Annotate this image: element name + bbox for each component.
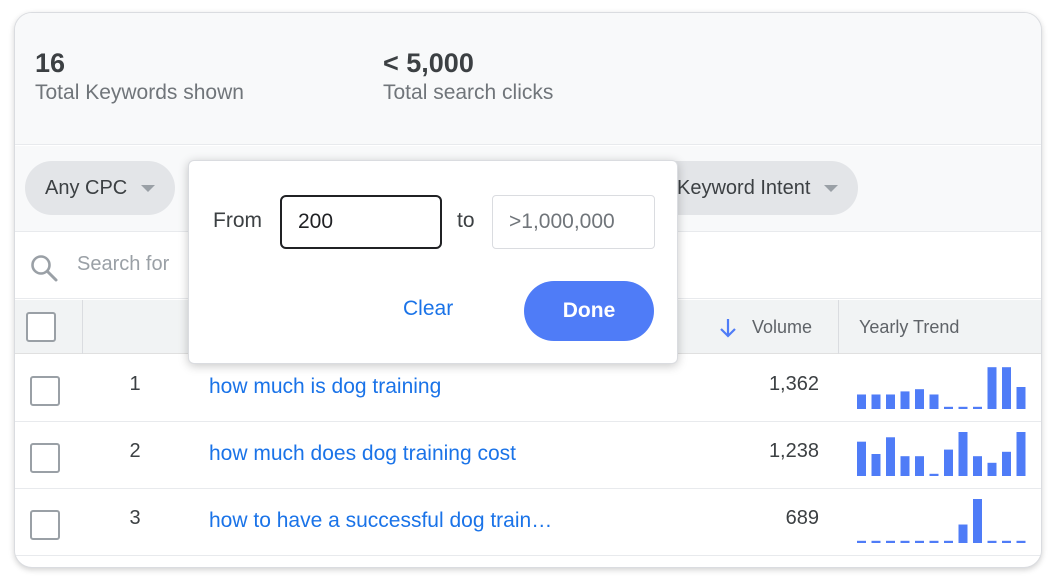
trend-bar [900, 540, 910, 543]
trend-bar [958, 524, 968, 543]
search-placeholder[interactable]: Search for [77, 253, 169, 276]
cpc-filter-label: Any CPC [45, 176, 128, 199]
trend-bar [958, 406, 968, 409]
trend-bar [987, 462, 997, 476]
table-row: 3 how to have a successful dog train… 68… [15, 489, 1041, 556]
total-clicks-value: < 5,000 [383, 48, 474, 78]
row-volume: 689 [785, 507, 819, 529]
total-keywords-stat: 16 Total Keywords shown [35, 47, 244, 107]
chevron-down-icon [141, 184, 156, 192]
yearly-trend-sparkline [857, 367, 1026, 409]
yearly-trend-column-header: Yearly Trend [859, 317, 960, 337]
chevron-down-icon [824, 184, 839, 192]
trend-bar [857, 394, 866, 409]
cpc-filter-chip[interactable]: Any CPC [25, 161, 176, 215]
keyword-link[interactable]: how much does dog training cost [209, 442, 516, 466]
trend-bar [900, 456, 910, 476]
row-rank: 1 [129, 373, 141, 395]
trend-bar [886, 394, 895, 409]
trend-bar [1002, 367, 1011, 409]
trend-bar [915, 456, 924, 476]
stats-bar: 16 Total Keywords shown < 5,000 Total se… [15, 13, 1041, 145]
trend-bar [1016, 387, 1026, 409]
trend-bar [958, 432, 968, 476]
row-volume: 1,362 [768, 373, 819, 395]
trend-bar [973, 499, 982, 543]
trend-bar [886, 437, 895, 476]
trend-bar [929, 473, 939, 476]
select-all-checkbox[interactable] [26, 312, 56, 342]
trend-bar [900, 391, 910, 409]
volume-to-input[interactable] [492, 195, 655, 249]
table-row: 2 how much does dog training cost 1,238 [15, 422, 1041, 489]
trend-bar [1016, 432, 1026, 476]
yearly-trend-sparkline [857, 499, 1026, 543]
trend-bar [973, 456, 982, 476]
trend-bar [944, 449, 953, 476]
trend-bar [857, 441, 866, 476]
total-keywords-label: Total Keywords shown [35, 81, 244, 104]
volume-column-header[interactable]: Volume [752, 317, 812, 338]
total-keywords-value: 16 [35, 48, 66, 78]
from-label: From [213, 209, 262, 232]
trend-bar [915, 540, 924, 543]
column-divider [82, 300, 83, 354]
trend-bar [973, 406, 982, 409]
row-checkbox[interactable] [30, 443, 60, 473]
trend-bar [1002, 451, 1011, 476]
trend-bar [857, 540, 866, 543]
trend-bar [871, 394, 881, 409]
trend-bar [915, 389, 924, 409]
row-checkbox[interactable] [30, 510, 60, 540]
keyword-link[interactable]: how to have a successful dog train… [209, 509, 552, 533]
total-clicks-stat: < 5,000 Total search clicks [383, 47, 553, 107]
total-clicks-label: Total search clicks [383, 81, 554, 104]
trend-bar [929, 540, 939, 543]
column-divider [838, 300, 839, 354]
arrow-down-icon[interactable] [719, 317, 737, 339]
row-checkbox[interactable] [30, 376, 60, 406]
volume-from-input[interactable] [280, 195, 442, 249]
row-volume: 1,238 [768, 440, 819, 462]
row-rank: 3 [129, 507, 141, 529]
row-rank: 2 [129, 440, 141, 462]
trend-bar [987, 367, 997, 409]
trend-bar [944, 540, 953, 543]
yearly-trend-sparkline [857, 432, 1026, 476]
trend-bar [871, 454, 881, 476]
clear-button[interactable]: Clear [403, 297, 453, 321]
volume-range-popup: From to Clear Done [188, 160, 678, 364]
table-row: 1 how much is dog training 1,362 [15, 355, 1041, 422]
trend-bar [987, 540, 997, 543]
search-icon [31, 255, 58, 282]
keyword-intent-label: Keyword Intent [677, 176, 811, 199]
trend-bar [1016, 540, 1026, 543]
trend-bar [871, 540, 881, 543]
trend-bar [929, 394, 939, 409]
trend-bar [1002, 540, 1011, 543]
trend-bar [944, 406, 953, 409]
trend-bar [886, 540, 895, 543]
done-button[interactable]: Done [524, 281, 654, 341]
to-label: to [457, 209, 475, 232]
keyword-link[interactable]: how much is dog training [209, 375, 441, 399]
